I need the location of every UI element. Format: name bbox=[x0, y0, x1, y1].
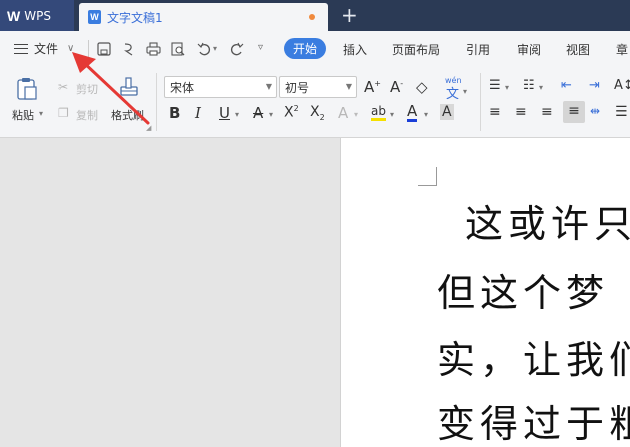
wps-home-tab[interactable]: W WPS bbox=[0, 0, 74, 31]
paste-dropdown-icon[interactable]: ▾ bbox=[39, 109, 43, 118]
title-bar: W WPS W 文字文稿1 + bbox=[0, 0, 630, 31]
numbered-dropdown-icon[interactable]: ▾ bbox=[539, 83, 543, 92]
subscript-icon[interactable]: X2 bbox=[310, 104, 325, 122]
chevron-down-icon: ▼ bbox=[265, 82, 272, 91]
align-center-icon[interactable]: ≡ bbox=[515, 104, 527, 120]
phonetic-dropdown-icon[interactable]: ▾ bbox=[463, 87, 467, 96]
distribute-icon[interactable]: ⇹ bbox=[590, 104, 600, 118]
strikethrough-dropdown-icon[interactable]: ▾ bbox=[269, 110, 273, 119]
font-size-value: 初号 bbox=[285, 80, 310, 95]
font-color-dropdown-icon[interactable]: ▾ bbox=[424, 110, 428, 119]
document-tab[interactable]: W 文字文稿1 bbox=[79, 3, 328, 31]
paste-icon[interactable] bbox=[16, 77, 38, 105]
undo-icon[interactable] bbox=[196, 41, 212, 57]
line-spacing-icon[interactable]: ☰ bbox=[615, 104, 628, 120]
font-name-select[interactable]: 宋体 ▼ bbox=[164, 76, 277, 98]
bold-icon[interactable]: B bbox=[169, 104, 180, 122]
tab-view[interactable]: 视图 bbox=[566, 41, 590, 58]
tab-page-layout[interactable]: 页面布局 bbox=[392, 41, 440, 58]
app-name: WPS bbox=[24, 8, 51, 23]
document-line-3: 实，让我们 bbox=[437, 338, 630, 382]
paste-button[interactable]: 粘贴 bbox=[12, 107, 34, 123]
italic-icon[interactable]: I bbox=[195, 104, 201, 122]
highlight-dropdown-icon[interactable]: ▾ bbox=[390, 110, 394, 119]
customize-toolbar-icon[interactable]: ▿ bbox=[258, 42, 263, 53]
highlight-icon[interactable]: ab bbox=[371, 105, 386, 121]
phonetic-guide-icon[interactable]: 文 bbox=[446, 83, 459, 102]
ribbon-divider bbox=[480, 73, 481, 131]
hamburger-icon bbox=[14, 43, 28, 54]
tab-home[interactable]: 开始 bbox=[284, 38, 326, 59]
document-line-4: 变得过于粗 bbox=[437, 402, 630, 446]
redo-icon[interactable] bbox=[229, 41, 245, 57]
align-right-icon[interactable]: ≡ bbox=[541, 104, 553, 120]
tab-review[interactable]: 审阅 bbox=[517, 41, 541, 58]
document-line-1: 这或许只 bbox=[465, 202, 630, 246]
tab-insert[interactable]: 插入 bbox=[343, 41, 367, 58]
annotation-arrow-icon bbox=[72, 52, 150, 125]
font-color-icon[interactable]: A bbox=[407, 103, 418, 122]
text-direction-icon[interactable]: A↕ bbox=[614, 78, 630, 93]
new-tab-button[interactable]: + bbox=[341, 4, 358, 26]
grow-font-icon[interactable]: A+ bbox=[364, 78, 381, 96]
justify-icon[interactable]: ≡ bbox=[563, 101, 585, 123]
align-left-icon[interactable]: ≡ bbox=[489, 104, 501, 120]
increase-indent-icon[interactable]: ⇥ bbox=[589, 78, 600, 93]
decrease-indent-icon[interactable]: ⇤ bbox=[561, 78, 572, 93]
shrink-font-icon[interactable]: A- bbox=[390, 78, 403, 96]
undo-dropdown-icon[interactable]: ▾ bbox=[213, 44, 217, 53]
numbered-list-icon[interactable]: ☷ bbox=[523, 78, 535, 93]
margin-corner-mark bbox=[418, 167, 437, 186]
clear-format-icon[interactable]: ◇ bbox=[416, 78, 428, 96]
character-shading-icon[interactable]: A bbox=[440, 104, 454, 120]
wps-logo-icon: W bbox=[7, 7, 20, 24]
bullet-dropdown-icon[interactable]: ▾ bbox=[505, 83, 509, 92]
text-effect-icon[interactable]: A bbox=[338, 104, 348, 122]
strikethrough-icon[interactable]: A bbox=[253, 104, 263, 122]
font-name-value: 宋体 bbox=[170, 80, 195, 95]
print-preview-icon[interactable] bbox=[170, 41, 186, 57]
underline-dropdown-icon[interactable]: ▾ bbox=[235, 110, 239, 119]
bullet-list-icon[interactable]: ☰ bbox=[489, 78, 501, 93]
superscript-icon[interactable]: X2 bbox=[284, 104, 299, 121]
chevron-down-icon: ▼ bbox=[345, 82, 352, 91]
underline-icon[interactable]: U bbox=[219, 104, 230, 122]
unsaved-indicator-icon bbox=[309, 14, 315, 20]
word-doc-icon: W bbox=[88, 10, 101, 24]
document-tab-title: 文字文稿1 bbox=[107, 10, 163, 25]
tab-chapter[interactable]: 章 bbox=[616, 41, 628, 58]
font-size-select[interactable]: 初号 ▼ bbox=[279, 76, 357, 98]
text-effect-dropdown-icon[interactable]: ▾ bbox=[354, 110, 358, 119]
file-menu-label: 文件 bbox=[34, 42, 59, 56]
tab-references[interactable]: 引用 bbox=[466, 41, 490, 58]
document-line-2: 但这个梦 bbox=[437, 271, 610, 315]
